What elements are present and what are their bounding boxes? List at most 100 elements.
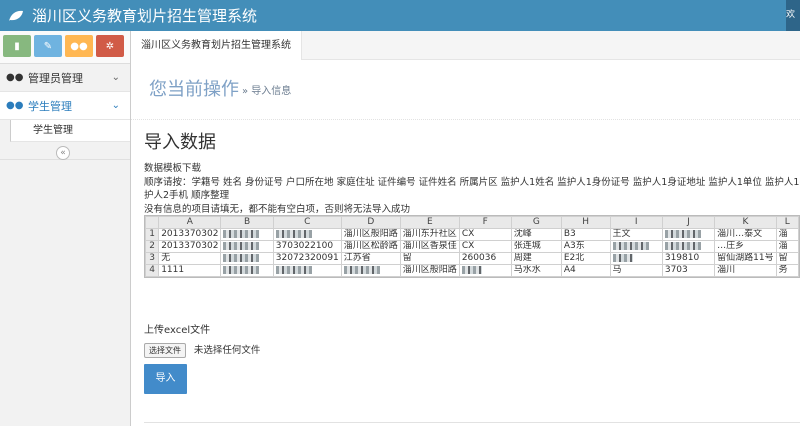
column-header: F xyxy=(458,216,512,229)
redacted-cell xyxy=(220,252,274,265)
column-header: C xyxy=(272,216,342,229)
upload-section: 上传excel文件 选择文件 未选择任何文件 xyxy=(144,321,260,358)
redacted-cell xyxy=(609,252,663,265)
redacted-cell xyxy=(340,264,401,277)
cogs-icon: ✲ xyxy=(105,40,115,52)
divider xyxy=(144,422,800,423)
leaf-icon xyxy=(9,10,23,21)
redaction-mark xyxy=(275,265,312,274)
order-instruction: 顺序请按：学籍号 姓名 身份证号 户口所在地 家庭住址 证件编号 证件姓名 所属… xyxy=(144,176,800,188)
row-number: 2 xyxy=(145,240,160,253)
table-cell: 淄川区松龄路 xyxy=(340,240,401,253)
shortcut-signal-button[interactable]: ▮ xyxy=(3,35,31,57)
row-number: 3 xyxy=(145,252,160,265)
column-header: D xyxy=(340,216,401,229)
order-instruction-cont: 护人2手机 顺序整理 xyxy=(144,190,230,201)
double-chevron-left-icon[interactable]: « xyxy=(56,146,70,160)
redacted-cell xyxy=(272,228,342,241)
redaction-mark xyxy=(223,229,260,238)
table-cell: 淄川东升社区 xyxy=(399,228,460,241)
submenu-item-students[interactable]: 学生管理 xyxy=(10,120,130,142)
column-header: A xyxy=(158,216,222,229)
table-cell: 马 xyxy=(609,264,663,277)
table-cell: 江苏省 xyxy=(340,252,401,265)
column-header: I xyxy=(609,216,663,229)
users-icon: ●● xyxy=(6,72,24,83)
main-content: 导入数据 数据模板下载 顺序请按：学籍号 姓名 身份证号 户口所在地 家庭住址 … xyxy=(144,128,800,216)
row-number: 4 xyxy=(145,264,160,277)
column-header: B xyxy=(220,216,274,229)
table-cell: 2013370302 xyxy=(158,240,222,253)
table-cell: 淄川 xyxy=(714,264,777,277)
column-header: G xyxy=(510,216,562,229)
table-cell: 马水水 xyxy=(510,264,562,277)
redacted-cell xyxy=(458,264,512,277)
redaction-mark xyxy=(664,229,701,238)
table-row: 2 2013370302 3703022100 淄川区松龄路 淄川区香泉佳 CX… xyxy=(145,240,799,253)
upload-label: 上传excel文件 xyxy=(144,325,211,336)
top-navbar: 淄川区义务教育划片招生管理系统 欢 xyxy=(0,0,800,31)
table-cell: 淄 xyxy=(775,228,799,241)
file-status: 未选择任何文件 xyxy=(193,345,261,356)
shortcut-users-button[interactable]: ●● xyxy=(65,35,93,57)
redaction-mark xyxy=(343,265,380,274)
sheet-header-row: A B C D E F G H I J K L xyxy=(145,216,799,229)
import-button[interactable]: 导入 xyxy=(144,364,187,394)
page-title: 您当前操作 xyxy=(149,79,239,100)
redacted-cell xyxy=(609,240,663,253)
redaction-mark xyxy=(223,253,260,262)
table-cell: 淄川…泰文 xyxy=(714,228,777,241)
users-icon: ●● xyxy=(70,40,88,52)
user-menu[interactable]: 欢 xyxy=(786,0,800,31)
column-header: E xyxy=(399,216,460,229)
empty-field-note: 没有信息的项目请填无，都不能有空白项，否则将无法导入成功 xyxy=(144,203,411,215)
table-cell: 3703022100 xyxy=(272,240,342,253)
table-cell: 淄川区般阳路 xyxy=(399,264,460,277)
table-cell: 沈峰 xyxy=(510,228,562,241)
table-cell: CX xyxy=(458,240,512,253)
breadcrumb-tab[interactable]: 淄川区义务教育划片招生管理系统 xyxy=(131,31,302,60)
table-cell: …庄乡 xyxy=(714,240,777,253)
table-cell: 32072320091 xyxy=(272,252,342,265)
redacted-cell xyxy=(272,264,342,277)
sidebar-collapse: « xyxy=(0,144,130,160)
table-row: 3 无 32072320091 江苏省 留 260036 周建 E2北 3198… xyxy=(145,252,799,265)
table-cell: B3 xyxy=(560,228,611,241)
redaction-mark xyxy=(275,229,312,238)
table-cell: 3703 xyxy=(661,264,716,277)
table-cell: 张连城 xyxy=(510,240,562,253)
table-cell: 260036 xyxy=(458,252,512,265)
column-header: H xyxy=(560,216,611,229)
table-cell: 留仙湖路11号 xyxy=(714,252,777,265)
table-cell: 2013370302 xyxy=(158,228,222,241)
table-cell: 淄 xyxy=(775,240,799,253)
choose-file-button[interactable]: 选择文件 xyxy=(144,343,186,358)
sidebar-shortcuts: ▮ ✎ ●● ✲ xyxy=(0,31,130,64)
table-cell: 务 xyxy=(775,264,799,277)
sidebar-item-students[interactable]: ●● 学生管理 ⌄ xyxy=(0,92,130,120)
table-cell: 无 xyxy=(158,252,222,265)
template-download-link[interactable]: 数据模板下载 xyxy=(144,162,800,176)
table-row: 1 2013370302 淄川区般阳路 淄川东升社区 CX 沈峰 B3 王文 淄… xyxy=(145,228,799,241)
sidebar-item-admin[interactable]: ●● 管理员管理 ⌄ xyxy=(0,64,130,92)
shortcut-cogs-button[interactable]: ✲ xyxy=(96,35,124,57)
shortcut-pencil-button[interactable]: ✎ xyxy=(34,35,62,57)
redaction-mark xyxy=(612,241,649,250)
table-cell: 319810 xyxy=(661,252,716,265)
redaction-mark xyxy=(223,241,260,250)
column-header: L xyxy=(775,216,799,229)
redaction-mark xyxy=(461,265,482,274)
table-cell: E2北 xyxy=(560,252,611,265)
redacted-cell xyxy=(661,228,716,241)
table-row: 4 1111 淄川区般阳路 马水水 A4 马 3703 淄川 务 xyxy=(145,264,799,277)
redacted-cell xyxy=(220,264,274,277)
signal-icon: ▮ xyxy=(14,40,20,52)
table-cell: A4 xyxy=(560,264,611,277)
pencil-icon: ✎ xyxy=(43,40,53,52)
app-brand[interactable]: 淄川区义务教育划片招生管理系统 xyxy=(8,0,257,31)
app-title: 淄川区义务教育划片招生管理系统 xyxy=(32,7,258,25)
chevron-down-icon: ⌄ xyxy=(111,72,120,83)
corner-cell xyxy=(145,216,160,229)
chevron-down-icon: ⌄ xyxy=(111,100,120,111)
sidebar-item-label: 管理员管理 xyxy=(28,71,83,85)
